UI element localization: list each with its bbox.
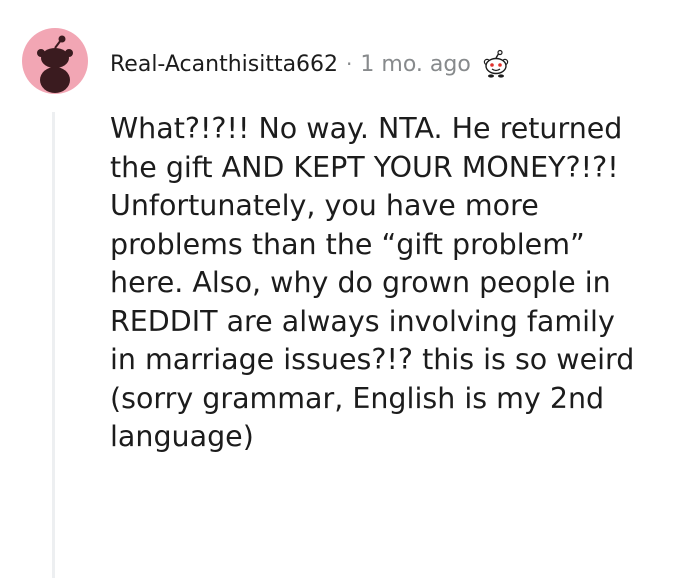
thread-collapse-line[interactable] xyxy=(52,112,55,578)
comment-timestamp[interactable]: 1 mo. ago xyxy=(360,52,470,77)
comment-body: What?!?!! No way. NTA. He returned the g… xyxy=(110,112,635,453)
snoo-award-icon xyxy=(481,49,511,79)
comment-meta: Real-Acanthisitta662 · 1 mo. ago xyxy=(110,44,511,84)
snoo-avatar-icon xyxy=(37,35,73,93)
username-link[interactable]: Real-Acanthisitta662 xyxy=(110,52,338,77)
meta-separator: · xyxy=(346,52,353,76)
user-avatar[interactable] xyxy=(22,28,88,94)
comment: Real-Acanthisitta662 · 1 mo. ago What?!?… xyxy=(0,0,700,578)
